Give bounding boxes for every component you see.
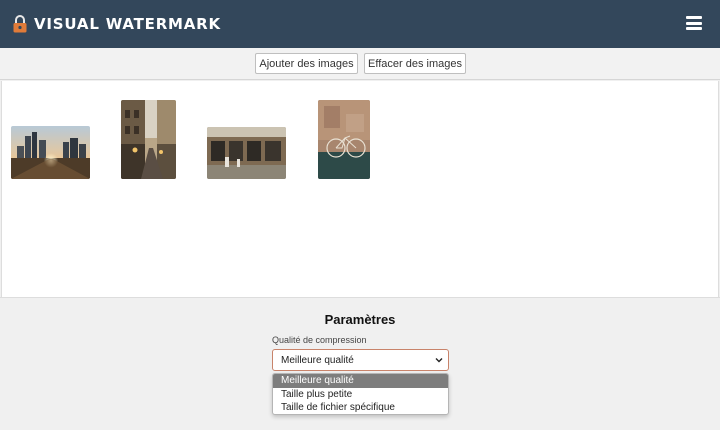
- clear-images-button[interactable]: Effacer des images: [364, 53, 466, 74]
- compression-quality-label: Qualité de compression: [272, 335, 367, 345]
- image-thumbnail-storefront[interactable]: [207, 127, 286, 179]
- image-thumbnail-street-alley[interactable]: [121, 100, 176, 179]
- image-thumbnail-bicycle-wall[interactable]: [318, 100, 370, 179]
- app-header: VISUAL WATERMARK: [0, 0, 720, 48]
- chevron-down-icon: [435, 358, 443, 363]
- add-images-button[interactable]: Ajouter des images: [255, 53, 358, 74]
- image-canvas: [1, 81, 719, 297]
- compression-quality-value: Meilleure qualité: [281, 354, 354, 366]
- app-title: VISUAL WATERMARK: [34, 15, 221, 33]
- dropdown-option-smaller-size[interactable]: Taille plus petite: [273, 388, 448, 402]
- padlock-icon: [12, 15, 28, 33]
- compression-quality-dropdown: Meilleure qualité Taille plus petite Tai…: [272, 373, 449, 415]
- toolbar: Ajouter des images Effacer des images: [0, 48, 720, 80]
- image-thumbnail-city-sunset[interactable]: [11, 126, 90, 179]
- settings-title: Paramètres: [324, 312, 396, 327]
- dropdown-option-best-quality[interactable]: Meilleure qualité: [273, 374, 448, 388]
- compression-quality-select[interactable]: Meilleure qualité: [272, 349, 449, 371]
- dropdown-option-specific-file-size[interactable]: Taille de fichier spécifique: [273, 401, 448, 414]
- hamburger-menu-icon[interactable]: [686, 16, 702, 30]
